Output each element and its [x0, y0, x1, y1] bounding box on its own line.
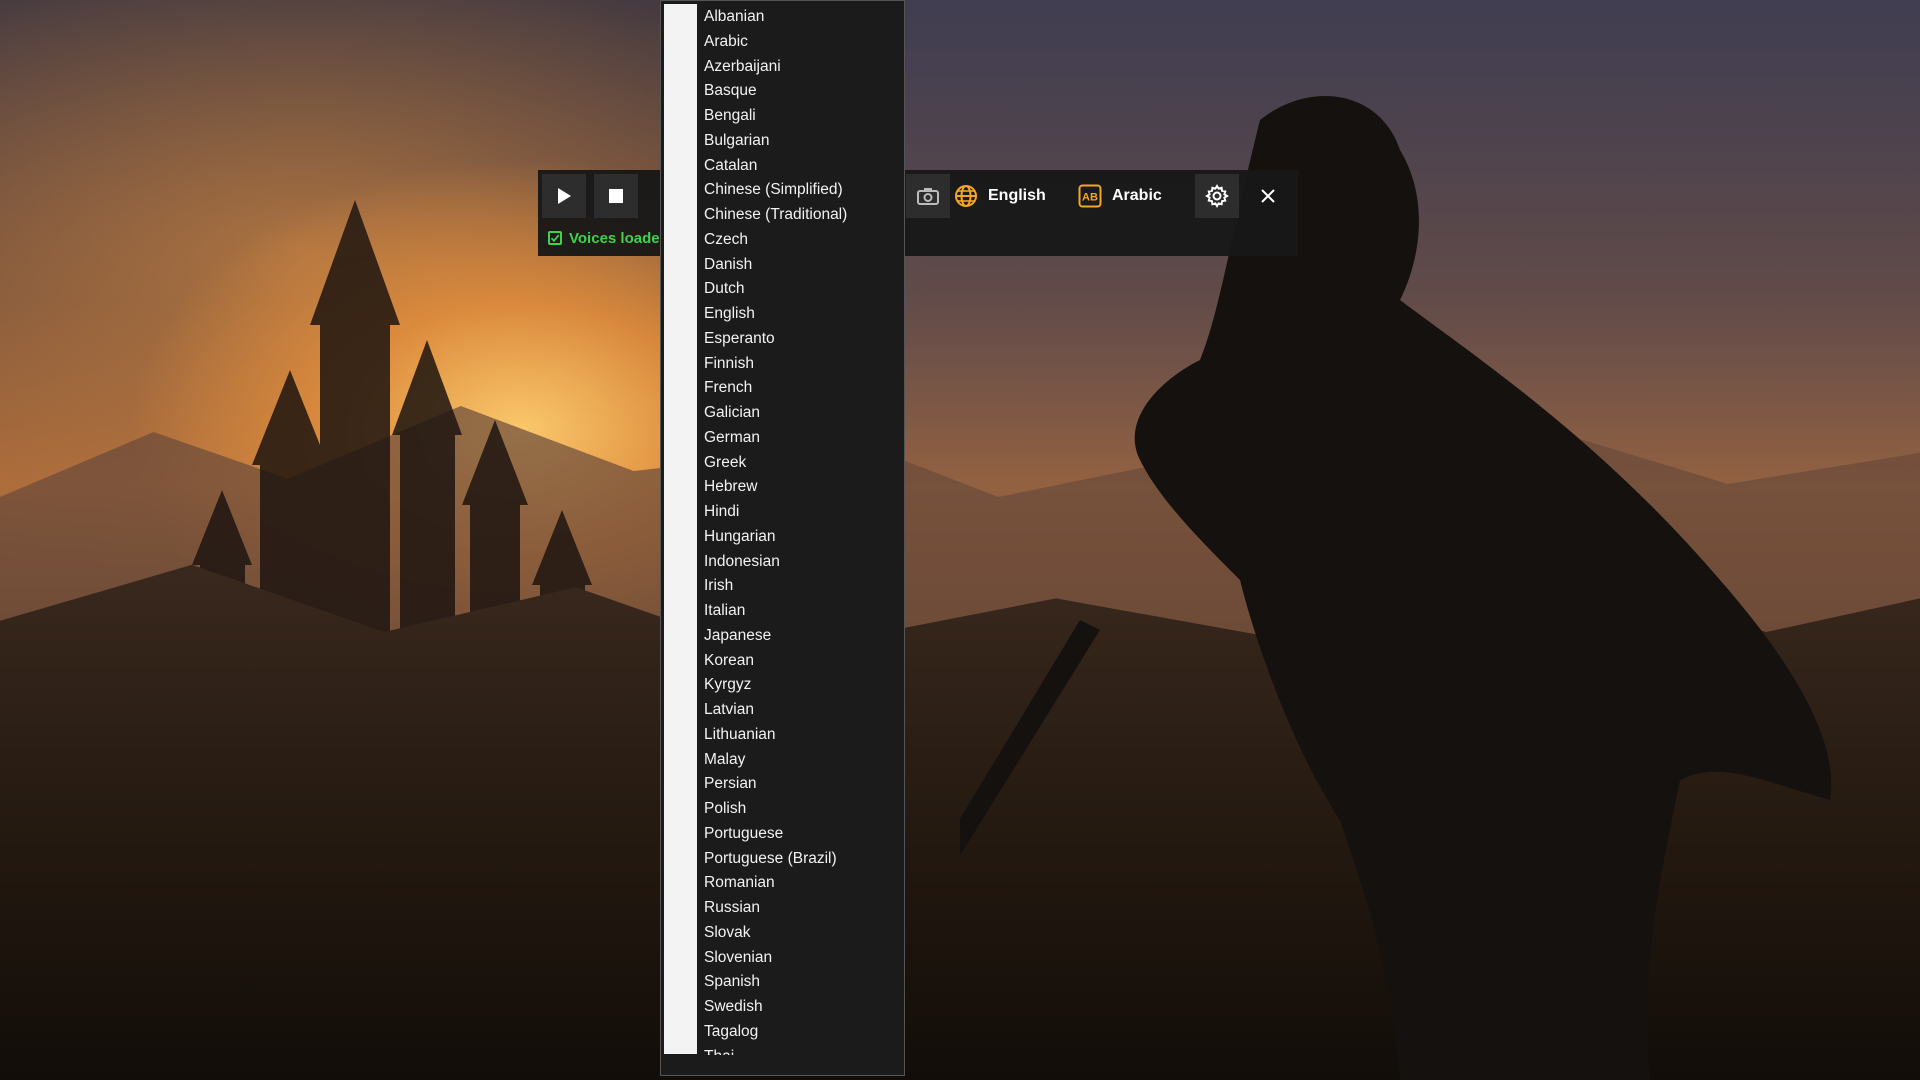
language-option[interactable]: Indonesian: [703, 550, 903, 575]
language-option[interactable]: Latvian: [703, 698, 903, 723]
language-option[interactable]: Bulgarian: [703, 129, 903, 154]
language-option[interactable]: Polish: [703, 797, 903, 822]
language-option[interactable]: Azerbaijani: [703, 55, 903, 80]
language-option[interactable]: Portuguese: [703, 822, 903, 847]
language-option[interactable]: Dutch: [703, 277, 903, 302]
language-option[interactable]: Albanian: [703, 5, 903, 30]
language-option[interactable]: Russian: [703, 896, 903, 921]
target-language-label: Arabic: [1112, 187, 1162, 205]
dropdown-gutter: [664, 4, 697, 1054]
language-option[interactable]: Czech: [703, 228, 903, 253]
language-option[interactable]: Chinese (Simplified): [703, 178, 903, 203]
language-option[interactable]: Japanese: [703, 624, 903, 649]
desktop-wallpaper: [0, 0, 1920, 1080]
settings-button[interactable]: [1195, 174, 1239, 218]
language-option[interactable]: Slovak: [703, 921, 903, 946]
close-icon: [1260, 188, 1276, 204]
close-button[interactable]: [1246, 174, 1290, 218]
play-icon: [555, 187, 573, 205]
language-option[interactable]: Basque: [703, 79, 903, 104]
globe-icon: [954, 184, 978, 208]
target-language-selector[interactable]: AB Arabic: [1078, 174, 1162, 218]
language-option[interactable]: Korean: [703, 649, 903, 674]
stop-button[interactable]: [594, 174, 638, 218]
language-option[interactable]: Thai: [703, 1045, 903, 1056]
language-option[interactable]: Hebrew: [703, 475, 903, 500]
play-button[interactable]: [542, 174, 586, 218]
language-option[interactable]: Tagalog: [703, 1020, 903, 1045]
language-option[interactable]: Lithuanian: [703, 723, 903, 748]
language-option[interactable]: German: [703, 426, 903, 451]
language-option[interactable]: Italian: [703, 599, 903, 624]
language-option[interactable]: Irish: [703, 574, 903, 599]
language-option[interactable]: Kyrgyz: [703, 673, 903, 698]
source-language-label: English: [988, 187, 1046, 205]
language-option[interactable]: Greek: [703, 451, 903, 476]
stop-icon: [608, 188, 624, 204]
language-option[interactable]: Malay: [703, 748, 903, 773]
checkbox-icon: [548, 231, 562, 245]
language-option[interactable]: Danish: [703, 253, 903, 278]
language-option[interactable]: Chinese (Traditional): [703, 203, 903, 228]
voices-status-text: Voices loaded: [569, 230, 669, 247]
ab-translate-icon: AB: [1078, 184, 1102, 208]
language-option[interactable]: Persian: [703, 772, 903, 797]
svg-text:AB: AB: [1082, 192, 1098, 204]
language-list[interactable]: AlbanianArabicAzerbaijaniBasqueBengaliBu…: [703, 5, 903, 1055]
language-option[interactable]: Swedish: [703, 995, 903, 1020]
camera-icon: [917, 187, 939, 205]
language-option[interactable]: Esperanto: [703, 327, 903, 352]
language-option[interactable]: Catalan: [703, 154, 903, 179]
tts-toolbar: English AB Arabic Voices loaded: [538, 170, 1298, 256]
language-option[interactable]: Slovenian: [703, 946, 903, 971]
language-option[interactable]: Arabic: [703, 30, 903, 55]
language-option[interactable]: Finnish: [703, 352, 903, 377]
language-option[interactable]: Galician: [703, 401, 903, 426]
language-option[interactable]: Hindi: [703, 500, 903, 525]
language-option[interactable]: Romanian: [703, 871, 903, 896]
language-dropdown[interactable]: AlbanianArabicAzerbaijaniBasqueBengaliBu…: [660, 0, 905, 1076]
voices-status: Voices loaded: [548, 226, 670, 250]
source-language-selector[interactable]: English: [954, 174, 1046, 218]
language-option[interactable]: English: [703, 302, 903, 327]
language-option[interactable]: Portuguese (Brazil): [703, 847, 903, 872]
language-option[interactable]: Spanish: [703, 970, 903, 995]
screenshot-button[interactable]: [906, 174, 950, 218]
language-option[interactable]: French: [703, 376, 903, 401]
language-option[interactable]: Bengali: [703, 104, 903, 129]
gear-icon: [1205, 184, 1229, 208]
language-option[interactable]: Hungarian: [703, 525, 903, 550]
